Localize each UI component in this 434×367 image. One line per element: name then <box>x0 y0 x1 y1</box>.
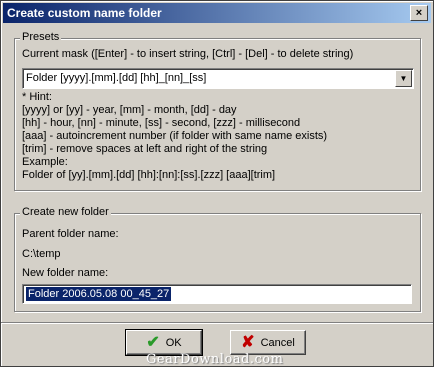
triangle-down-icon: ▼ <box>399 74 408 83</box>
parent-folder-value: C:\temp <box>22 248 61 260</box>
hint-line: [trim] - remove spaces at left and right… <box>22 143 268 155</box>
dialog-window: Create custom name folder × Presets Curr… <box>0 0 434 367</box>
mask-label: Current mask ([Enter] - to insert string… <box>22 48 354 60</box>
create-folder-group: Create new folder Parent folder name: C:… <box>14 206 421 312</box>
check-icon: ✔ <box>146 333 160 351</box>
presets-group: Presets Current mask ([Enter] - to inser… <box>14 31 421 191</box>
separator <box>1 322 433 324</box>
example-text: Folder of [yy].[mm].[dd] [hh]:[nn]:[ss].… <box>22 169 276 181</box>
parent-folder-label: Parent folder name: <box>22 228 119 240</box>
title-bar[interactable]: Create custom name folder × <box>3 3 431 23</box>
presets-legend: Presets <box>20 31 62 43</box>
example-label: Example: <box>22 156 68 168</box>
watermark-logo: GearDownload.com <box>146 352 284 367</box>
mask-combobox[interactable]: Folder [yyyy].[mm].[dd] [hh]_[nn]_[ss] ▼ <box>22 68 414 89</box>
x-icon: ✘ <box>241 333 255 351</box>
mask-value: Folder [yyyy].[mm].[dd] [hh]_[nn]_[ss] <box>26 72 207 84</box>
hint-title: * Hint: <box>22 91 52 103</box>
hint-line: [yyyy] or [yy] - year, [mm] - month, [dd… <box>22 104 237 116</box>
close-button[interactable]: × <box>410 5 428 21</box>
hint-line: [hh] - hour, [nn] - minute, [ss] - secon… <box>22 117 301 129</box>
close-icon: × <box>415 6 423 19</box>
hint-line: [aaa] - autoincrement number (if folder … <box>22 130 328 142</box>
cancel-label: Cancel <box>260 336 295 349</box>
window-title: Create custom name folder <box>7 6 162 20</box>
ok-label: OK <box>165 336 182 349</box>
new-folder-label: New folder name: <box>22 267 109 279</box>
create-folder-legend: Create new folder <box>20 206 111 218</box>
new-folder-value: Folder 2006.05.08 00_45_27 <box>26 287 172 301</box>
dropdown-button[interactable]: ▼ <box>395 70 412 87</box>
new-folder-input[interactable]: Folder 2006.05.08 00_45_27 <box>22 284 412 304</box>
